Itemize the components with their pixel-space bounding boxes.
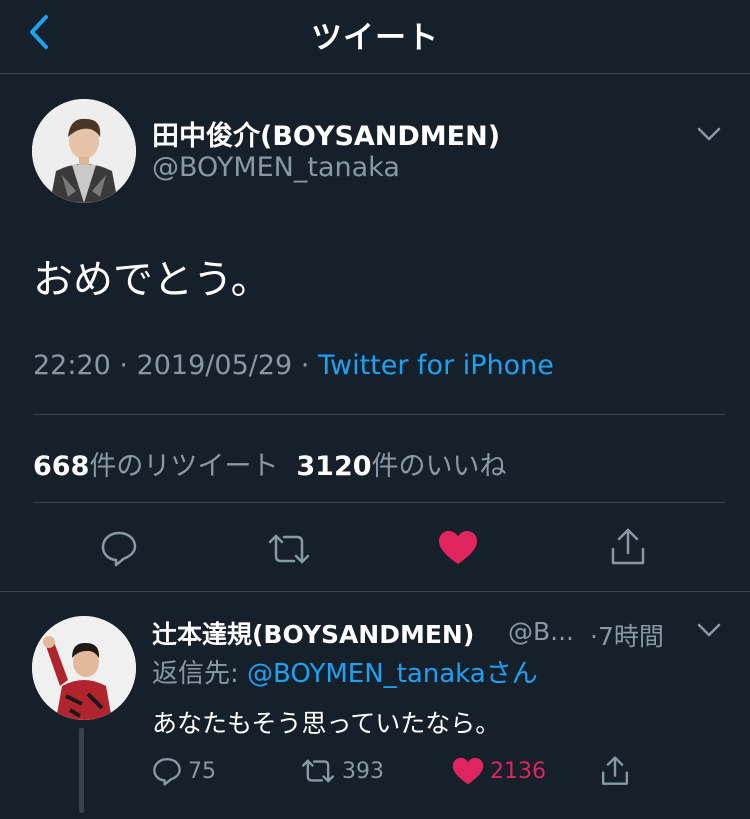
like-count: 3120 (296, 451, 372, 482)
heart-icon (452, 757, 484, 784)
reply-icon (153, 757, 181, 786)
reply-time-ago: 7時間 (597, 622, 664, 651)
retweets-stat[interactable]: 668件のリツイート (33, 451, 278, 482)
tweet-text: おめでとう。 (33, 257, 271, 303)
reply-share-button[interactable] (600, 754, 630, 788)
like-label: 件のいいね (371, 451, 507, 482)
reply-like-count: 2136 (490, 758, 546, 784)
reply-author-handle[interactable]: @B... (508, 617, 574, 646)
tweet-date: 2019/05/29 (136, 350, 293, 381)
reply-icon (101, 531, 137, 567)
divider (33, 502, 725, 503)
reply-retweet-count: 393 (342, 758, 384, 784)
replying-to-label: 返信先: (152, 659, 248, 689)
tweet-stats: 668件のリツイート 3120件のいいね (33, 444, 507, 483)
thread-line (79, 728, 84, 813)
retweet-button[interactable] (266, 532, 312, 566)
like-button[interactable] (438, 530, 478, 566)
tweet-time: 22:20 (33, 350, 111, 381)
replying-to-mention[interactable]: @BOYMEN_tanakaさん (247, 659, 538, 689)
reply-options-button[interactable] (694, 618, 724, 642)
tweet-source-link[interactable]: Twitter for iPhone (318, 350, 554, 381)
reply-text: あなたもそう思っていたなら。 (152, 709, 501, 738)
reply-timestamp: ·7時間 (590, 617, 664, 653)
retweet-icon (268, 534, 310, 564)
heart-icon (439, 531, 477, 564)
reply-reply-button[interactable]: 75 (152, 754, 216, 788)
retweet-label: 件のリツイート (89, 451, 279, 482)
likes-stat[interactable]: 3120件のいいね (296, 451, 506, 482)
reply-button[interactable] (100, 529, 138, 567)
retweet-icon (301, 759, 335, 783)
chevron-down-icon (697, 127, 721, 141)
share-icon (601, 756, 629, 785)
share-button[interactable] (609, 527, 647, 567)
reply-author-name[interactable]: 辻本達規(BOYSANDMEN) (152, 615, 474, 651)
tweet-options-button[interactable] (694, 122, 724, 146)
top-bar: ツイート (0, 0, 750, 74)
meta-separator: · (119, 350, 137, 381)
author-avatar[interactable] (32, 99, 136, 203)
meta-separator: · (300, 350, 318, 381)
tweet-meta: 22:20 · 2019/05/29 · Twitter for iPhone (33, 350, 554, 381)
author-name[interactable]: 田中俊介(BOYSANDMEN) (152, 114, 500, 153)
divider (0, 591, 750, 592)
reply-retweet-button[interactable]: 393 (300, 754, 384, 788)
dot-separator: · (590, 622, 598, 651)
chevron-down-icon (697, 623, 721, 637)
reply-like-button[interactable]: 2136 (452, 754, 546, 788)
divider (33, 414, 725, 415)
mention-suffix: さん (485, 659, 538, 689)
page-title: ツイート (311, 20, 439, 56)
share-icon (611, 528, 645, 565)
reply-author-avatar[interactable] (32, 616, 136, 720)
replying-to: 返信先: @BOYMEN_tanakaさん (152, 653, 538, 690)
mention-handle: @BOYMEN_tanaka (247, 659, 486, 689)
retweet-count: 668 (33, 451, 90, 482)
reply-reply-count: 75 (188, 758, 216, 784)
author-handle[interactable]: @BOYMEN_tanaka (152, 152, 400, 183)
